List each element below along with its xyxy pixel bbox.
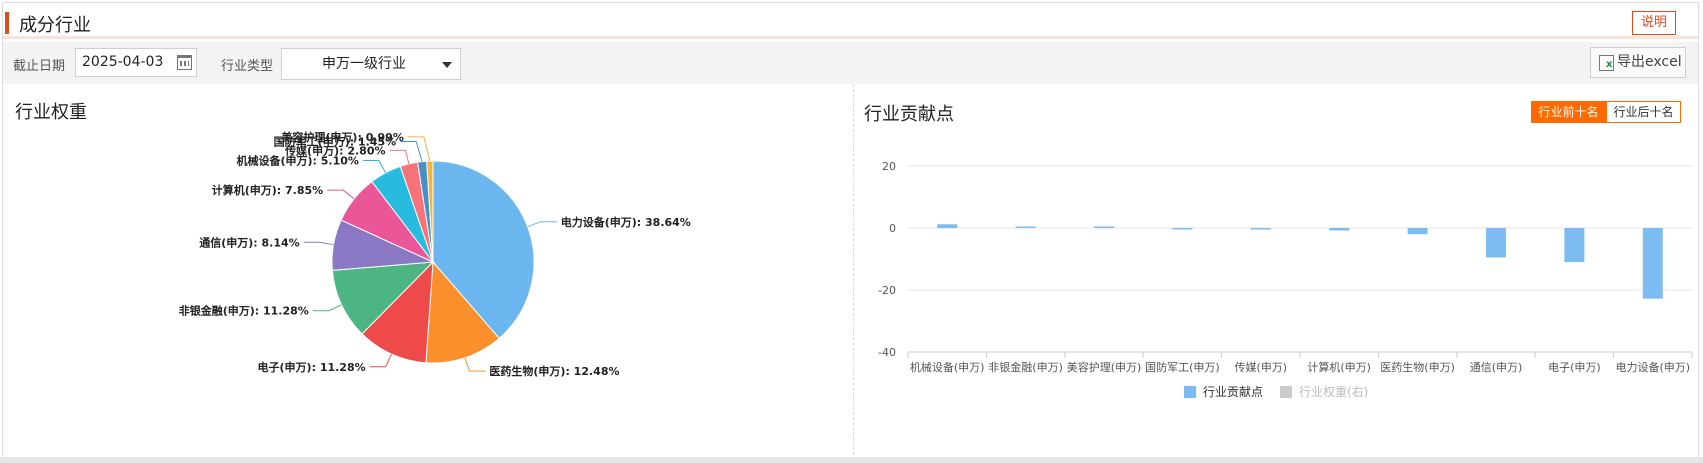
industry-contribution-section: 行业贡献点 行业前十名 行业后十名 20 0 -20 -40 机械设备(申万) 非银金融(… bbox=[854, 84, 1699, 460]
industry-type-value: 申万一级行业 bbox=[322, 56, 406, 72]
panel-header: 成分行业 说明 bbox=[3, 3, 1698, 39]
title-accent-bar bbox=[5, 12, 9, 34]
industry-type-label: 行业类型 bbox=[221, 59, 274, 74]
bar-mark[interactable] bbox=[1094, 226, 1114, 229]
pie-slice-label: 非银金融(申万): 11.28% bbox=[179, 304, 309, 318]
pie-label-connector bbox=[303, 241, 334, 246]
calendar-icon[interactable] bbox=[177, 55, 192, 70]
industry-weight-section: 行业权重 电力设备(申万): 38.64% 医药生物(申万): 12.48% 电子(… bbox=[3, 84, 853, 460]
y-tick-label: -20 bbox=[878, 284, 896, 297]
legend-item[interactable]: 行业权重(右) bbox=[1299, 384, 1368, 399]
pie-label-connector bbox=[369, 353, 392, 368]
pie-label-connector bbox=[389, 149, 410, 165]
x-tick-label: 美容护理(申万) bbox=[1067, 360, 1142, 374]
legend-item[interactable]: 行业贡献点 bbox=[1203, 384, 1263, 399]
bar-mark[interactable] bbox=[1486, 228, 1506, 258]
pie-slice-label: 电力设备(申万): 38.64% bbox=[561, 215, 691, 229]
bar-mark[interactable] bbox=[1172, 228, 1193, 230]
x-tick-label: 通信(申万) bbox=[1470, 361, 1523, 374]
filter-toolbar: 截止日期 2025-04-03 行业类型 申万一级行业 导出excel bbox=[3, 42, 1698, 84]
pie-slice-label: 计算机(申万): 7.85% bbox=[212, 183, 323, 197]
pie-label-connector bbox=[327, 189, 355, 200]
pie-label-connector bbox=[400, 141, 423, 162]
pie-slice-label: 医药生物(申万): 12.48% bbox=[489, 364, 619, 378]
bottom-scroll-strip bbox=[0, 457, 1703, 463]
x-tick-label: 电力设备(申万) bbox=[1616, 360, 1691, 374]
legend-swatch[interactable] bbox=[1280, 386, 1292, 398]
y-tick-label: -40 bbox=[878, 346, 896, 359]
bar-mark[interactable] bbox=[1407, 228, 1428, 235]
bar-mark[interactable] bbox=[1329, 228, 1350, 231]
legend-swatch[interactable] bbox=[1184, 386, 1196, 398]
x-tick-label: 国防军工(申万) bbox=[1145, 360, 1220, 374]
pie-label-connector bbox=[362, 159, 386, 174]
industry-type-select[interactable]: 申万一级行业 bbox=[281, 48, 461, 80]
x-tick-label: 计算机(申万) bbox=[1307, 360, 1371, 374]
chevron-down-icon bbox=[442, 62, 452, 68]
x-tick-label: 机械设备(申万) bbox=[910, 360, 985, 374]
pie-slice-label: 美容护理(申万): 0.99% bbox=[281, 130, 403, 144]
excel-icon bbox=[1599, 55, 1614, 71]
bar-mark[interactable] bbox=[1642, 228, 1663, 299]
help-button[interactable]: 说明 bbox=[1632, 11, 1676, 35]
panel-title: 成分行业 bbox=[19, 15, 91, 36]
export-excel-button[interactable]: 导出excel bbox=[1590, 47, 1686, 78]
x-tick-label: 传媒(申万) bbox=[1235, 361, 1288, 374]
bar-mark[interactable] bbox=[1015, 226, 1036, 229]
pie-slice-label: 电子(申万): 11.28% bbox=[258, 360, 366, 374]
export-label: 导出excel bbox=[1617, 54, 1682, 70]
industry-weight-pie-chart: 电力设备(申万): 38.64% 医药生物(申万): 12.48% 电子(申万): … bbox=[179, 130, 691, 378]
industry-contribution-bar-chart: 20 0 -20 -40 机械设备(申万) 非银金融(申万) 美容护理(申万) 国防军工(申万… bbox=[878, 160, 1693, 399]
component-industry-panel: 成分行业 说明 截止日期 2025-04-03 行业类型 申万一级行业 导出ex… bbox=[2, 2, 1699, 460]
bar-mark[interactable] bbox=[1250, 228, 1271, 230]
date-label: 截止日期 bbox=[13, 59, 66, 74]
bar-mark[interactable] bbox=[937, 224, 958, 228]
x-tick-label: 医药生物(申万) bbox=[1380, 360, 1455, 374]
bar-mark[interactable] bbox=[1564, 228, 1585, 263]
date-value: 2025-04-03 bbox=[82, 54, 164, 70]
date-input[interactable]: 2025-04-03 bbox=[75, 48, 197, 77]
pie-label-connector bbox=[312, 304, 342, 312]
pie-label-connector bbox=[464, 357, 486, 372]
y-tick-label: 0 bbox=[889, 222, 896, 235]
y-tick-label: 20 bbox=[882, 160, 896, 173]
pie-label-connector bbox=[527, 221, 557, 228]
x-tick-label: 电子(申万) bbox=[1548, 361, 1601, 374]
pie-slice-label: 通信(申万): 8.14% bbox=[199, 235, 299, 249]
x-tick-label: 非银金融(申万) bbox=[988, 360, 1063, 374]
